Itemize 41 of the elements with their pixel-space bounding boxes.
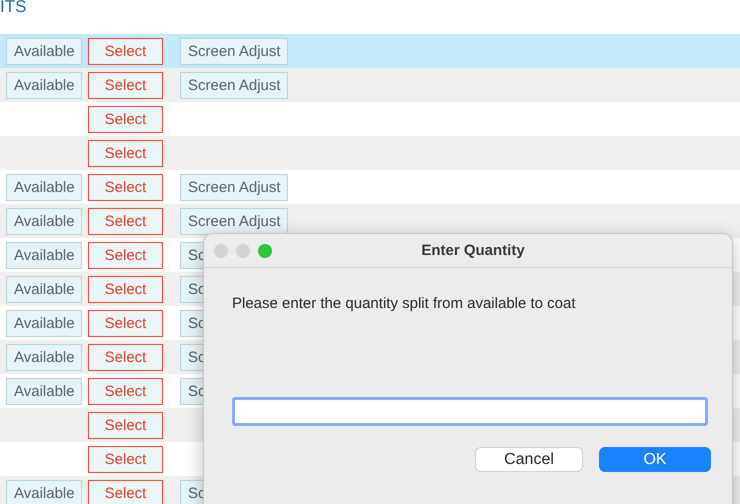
available-button[interactable]: Available (6, 242, 82, 268)
select-button[interactable]: Select (88, 276, 163, 302)
available-button[interactable]: Available (6, 344, 82, 370)
available-button[interactable]: Available (6, 208, 82, 234)
quantity-input[interactable] (232, 397, 708, 426)
zoom-icon[interactable] (258, 244, 272, 258)
available-button[interactable]: Available (6, 310, 82, 336)
select-button[interactable]: Select (88, 412, 163, 438)
select-button[interactable]: Select (88, 310, 163, 336)
select-button[interactable]: Select (88, 378, 163, 404)
select-button[interactable]: Select (88, 106, 163, 132)
table-row[interactable]: Available Select Screen Adjust (0, 68, 740, 102)
close-icon[interactable] (214, 244, 228, 258)
screen-adjust-button[interactable]: Screen Adjust (180, 208, 288, 234)
screen-adjust-button[interactable]: Screen Adjust (180, 38, 288, 64)
cancel-button[interactable]: Cancel (475, 447, 583, 472)
available-button[interactable]: Available (6, 174, 82, 200)
screen-adjust-button[interactable]: Screen Adjust (180, 174, 288, 200)
select-button[interactable]: Select (88, 480, 163, 504)
table-row[interactable]: Available Select Screen Adjust (0, 34, 740, 68)
select-button[interactable]: Select (88, 344, 163, 370)
table-row[interactable]: Available Select Screen Adjust (0, 204, 740, 238)
select-button[interactable]: Select (88, 140, 163, 166)
available-button[interactable]: Available (6, 480, 82, 504)
screen-adjust-button[interactable]: Screen Adjust (180, 72, 288, 98)
available-button[interactable]: Available (6, 378, 82, 404)
select-button[interactable]: Select (88, 242, 163, 268)
dialog-message: Please enter the quantity split from available to coat (232, 295, 577, 312)
table-row[interactable]: Select (0, 136, 740, 170)
page-title: ITS (0, 0, 28, 18)
select-button[interactable]: Select (88, 38, 163, 64)
available-button[interactable]: Available (6, 72, 82, 98)
select-button[interactable]: Select (88, 208, 163, 234)
dialog-title: Enter Quantity (420, 242, 526, 259)
available-button[interactable]: Available (6, 276, 82, 302)
available-button[interactable]: Available (6, 38, 82, 64)
select-button[interactable]: Select (88, 174, 163, 200)
select-button[interactable]: Select (88, 72, 163, 98)
minimize-icon[interactable] (236, 244, 250, 258)
select-button[interactable]: Select (88, 446, 163, 472)
ok-button[interactable]: OK (599, 447, 711, 472)
